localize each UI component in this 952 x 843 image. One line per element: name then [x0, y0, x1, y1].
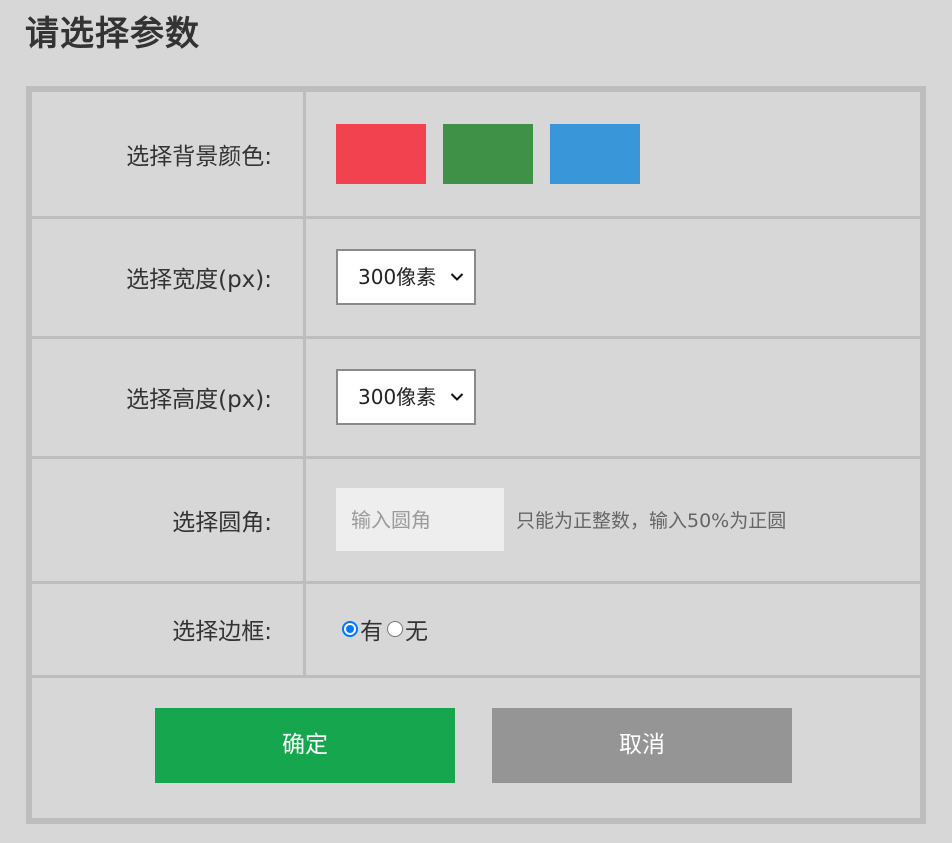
- border-yes-label[interactable]: 有: [360, 612, 383, 646]
- height-label: 选择高度(px):: [32, 335, 306, 459]
- chevron-down-icon: [450, 371, 464, 423]
- border-radio-group: 有 无: [342, 612, 432, 646]
- height-row: 选择高度(px): 300像素: [32, 335, 920, 459]
- swatch-green[interactable]: [443, 123, 533, 184]
- page-title: 请选择参数: [25, 14, 200, 54]
- border-yes-radio[interactable]: [342, 621, 358, 637]
- swatch-red[interactable]: [336, 123, 426, 184]
- border-no-label[interactable]: 无: [405, 612, 428, 646]
- width-select[interactable]: 300像素: [336, 249, 476, 305]
- height-select[interactable]: 300像素: [336, 369, 476, 425]
- width-select-value: 300像素: [358, 265, 437, 289]
- width-row: 选择宽度(px): 300像素: [32, 215, 920, 339]
- width-label: 选择宽度(px):: [32, 215, 306, 339]
- chevron-down-icon: [450, 251, 464, 303]
- border-no-radio[interactable]: [387, 621, 403, 637]
- radius-input[interactable]: [336, 488, 504, 551]
- radius-row: 选择圆角: 只能为正整数，输入50%为正圆: [32, 455, 920, 584]
- swatch-blue[interactable]: [550, 123, 640, 184]
- border-label: 选择边框:: [32, 580, 306, 678]
- border-row: 选择边框: 有 无: [32, 580, 920, 678]
- cancel-button[interactable]: 取消: [492, 707, 792, 783]
- background-color-row: 选择背景颜色:: [32, 92, 920, 219]
- actions-row: 确定 取消: [32, 674, 920, 814]
- parameter-table: 选择背景颜色: 选择宽度(px): 300像素 选择高度(px): 300像素: [32, 92, 920, 814]
- confirm-button[interactable]: 确定: [155, 707, 455, 783]
- height-select-value: 300像素: [358, 385, 437, 409]
- background-color-label: 选择背景颜色:: [32, 92, 306, 219]
- background-color-options: [303, 92, 920, 219]
- action-bar: 确定 取消: [32, 678, 920, 814]
- radius-label: 选择圆角:: [32, 455, 306, 584]
- parameter-form: 选择背景颜色: 选择宽度(px): 300像素 选择高度(px): 300像素: [26, 86, 926, 824]
- radius-hint: 只能为正整数，输入50%为正圆: [516, 510, 787, 532]
